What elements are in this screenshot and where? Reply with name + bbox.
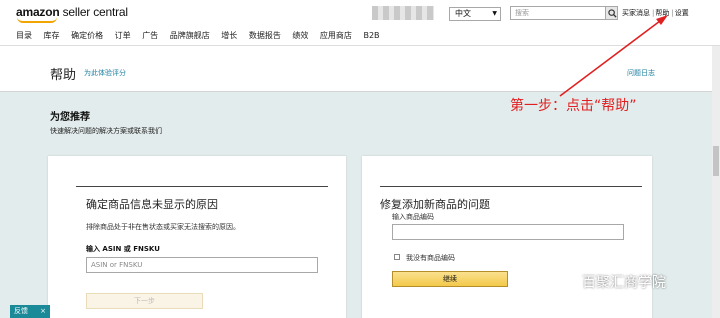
product-code-label: 输入商品编码 <box>392 213 434 221</box>
scrollbar-thumb[interactable] <box>713 146 719 176</box>
next-button[interactable]: 下一步 <box>86 293 203 309</box>
watermark-text: 百聚汇商学院 <box>582 275 666 291</box>
no-product-code-label: 我没有商品编码 <box>406 254 455 262</box>
card-title: 修复添加新商品的问题 <box>380 198 490 211</box>
product-code-input[interactable] <box>392 224 624 240</box>
wechat-watermark-icon <box>562 276 578 289</box>
fix-new-listing-card: 修复添加新商品的问题 输入商品编码 我没有商品编码 继续 <box>362 156 652 318</box>
card-divider <box>76 186 328 187</box>
no-product-code-checkbox[interactable] <box>394 254 400 260</box>
card-description: 排除商品处于非在售状态或买家无法搜索的原因。 <box>86 223 240 231</box>
card-title: 确定商品信息未显示的原因 <box>86 198 218 211</box>
close-icon[interactable]: × <box>40 305 46 318</box>
continue-button[interactable]: 继续 <box>392 271 508 287</box>
listing-not-shown-card: 确定商品信息未显示的原因 排除商品处于非在售状态或买家无法搜索的原因。 输入 A… <box>48 156 346 318</box>
annotation-text: 第一步：点击“帮助” <box>510 98 637 114</box>
asin-input[interactable]: ASIN or FNSKU <box>86 257 318 273</box>
feedback-tab[interactable]: 反馈 × <box>10 305 50 318</box>
scrollbar[interactable] <box>712 46 720 318</box>
card-divider <box>380 186 642 187</box>
asin-label: 输入 ASIN 或 FNSKU <box>86 245 160 253</box>
